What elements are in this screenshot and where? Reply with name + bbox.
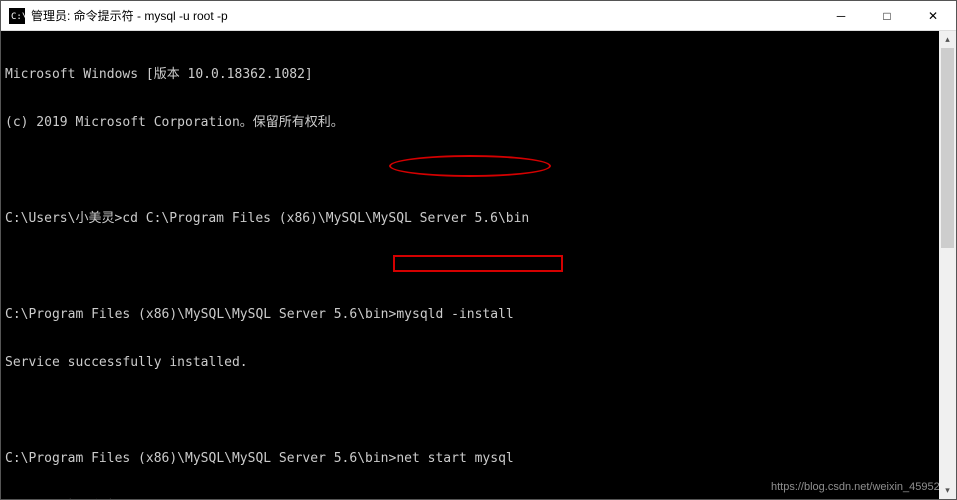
terminal-line: (c) 2019 Microsoft Corporation。保留所有权利。 — [5, 115, 956, 131]
titlebar[interactable]: C:\ 管理员: 命令提示符 - mysql -u root -p ─ □ ✕ — [1, 1, 956, 31]
terminal-line: Microsoft Windows [版本 10.0.18362.1082] — [5, 67, 956, 83]
app-window: C:\ 管理员: 命令提示符 - mysql -u root -p ─ □ ✕ … — [0, 0, 957, 500]
terminal-line: C:\Users\小美灵>cd C:\Program Files (x86)\M… — [5, 211, 956, 227]
close-button[interactable]: ✕ — [910, 1, 956, 31]
terminal-line — [5, 163, 956, 179]
scroll-down-arrow-icon[interactable]: ▾ — [939, 482, 956, 499]
terminal-line: C:\Program Files (x86)\MySQL\MySQL Serve… — [5, 451, 956, 467]
terminal-line: C:\Program Files (x86)\MySQL\MySQL Serve… — [5, 307, 956, 323]
svg-text:C:\: C:\ — [11, 12, 25, 22]
minimize-button[interactable]: ─ — [818, 1, 864, 31]
terminal-output[interactable]: Microsoft Windows [版本 10.0.18362.1082] (… — [1, 31, 956, 499]
vertical-scrollbar[interactable]: ▴ ▾ — [939, 31, 956, 499]
scroll-up-arrow-icon[interactable]: ▴ — [939, 31, 956, 48]
scroll-thumb[interactable] — [941, 48, 954, 248]
terminal-line — [5, 259, 956, 275]
terminal-line — [5, 403, 956, 419]
cmd-icon: C:\ — [9, 8, 25, 24]
window-title: 管理员: 命令提示符 - mysql -u root -p — [31, 7, 228, 24]
watermark-text: https://blog.csdn.net/weixin_4595205 — [771, 479, 952, 495]
maximize-button[interactable]: □ — [864, 1, 910, 31]
scroll-track[interactable] — [939, 48, 956, 482]
terminal-line: Service successfully installed. — [5, 355, 956, 371]
